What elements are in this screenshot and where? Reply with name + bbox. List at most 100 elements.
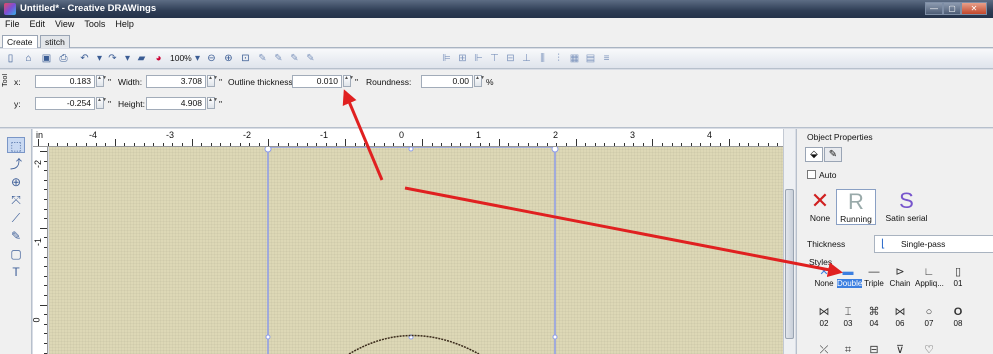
pen-tool-icon[interactable]: ✎ bbox=[7, 228, 25, 244]
tab-stitch[interactable]: stitch bbox=[40, 35, 70, 48]
ungroup-icon[interactable]: ▤ bbox=[584, 52, 597, 65]
align-center-icon[interactable]: ⊞ bbox=[456, 52, 469, 65]
zoom-dropdown-icon[interactable]: ▾ bbox=[191, 52, 204, 65]
color-wheel-icon[interactable]: ◕ bbox=[152, 52, 165, 65]
style-07[interactable]: ○ 07 bbox=[918, 305, 940, 328]
zoom-out-icon[interactable]: ⊖ bbox=[205, 52, 218, 65]
style-triple[interactable]: — Triple bbox=[863, 265, 885, 288]
group-icon[interactable]: ▦ bbox=[568, 52, 581, 65]
text-tool-icon[interactable]: T bbox=[7, 264, 25, 280]
ruler-tick bbox=[44, 189, 47, 191]
style-06[interactable]: ⋈ 06 bbox=[889, 305, 911, 328]
selection-handle[interactable] bbox=[264, 147, 272, 153]
menu-view[interactable]: View bbox=[50, 18, 79, 32]
align-middle-icon[interactable]: ⊟ bbox=[504, 52, 517, 65]
pen-add-icon[interactable]: ✎ bbox=[272, 52, 285, 65]
style-more[interactable]: ⊟ bbox=[863, 343, 885, 354]
pen-convert-icon[interactable]: ✎ bbox=[304, 52, 317, 65]
width-input[interactable]: 3.708 bbox=[146, 75, 206, 88]
style-more[interactable]: ♡ bbox=[918, 343, 940, 354]
style-01[interactable]: ▯ 01 bbox=[947, 265, 969, 288]
menu-edit[interactable]: Edit bbox=[25, 18, 51, 32]
style-04[interactable]: ⌘ 04 bbox=[863, 305, 885, 328]
order-icon[interactable]: ≡ bbox=[600, 52, 613, 65]
node-tool-icon[interactable]: ⤴ bbox=[7, 156, 25, 172]
align-top-icon[interactable]: ⊤ bbox=[488, 52, 501, 65]
height-input[interactable]: 4.908 bbox=[146, 97, 206, 110]
tab-create[interactable]: Create bbox=[2, 35, 38, 48]
selection-handle[interactable] bbox=[408, 147, 414, 152]
undo-icon[interactable]: ↶ bbox=[78, 52, 91, 65]
redo-dropdown-icon[interactable]: ▾ bbox=[121, 52, 134, 65]
new-file-icon[interactable]: ▯ bbox=[4, 52, 17, 65]
chat-icon[interactable]: ▰ bbox=[135, 52, 148, 65]
selection-handle[interactable] bbox=[552, 334, 558, 340]
open-file-icon[interactable]: ⌂ bbox=[22, 52, 35, 65]
zoom-fit-icon[interactable]: ⊡ bbox=[239, 52, 252, 65]
fill-tab-icon[interactable]: ⬙ bbox=[805, 147, 823, 162]
style-08[interactable]: O 08 bbox=[947, 305, 969, 328]
align-bottom-icon[interactable]: ⊥ bbox=[520, 52, 533, 65]
style-03[interactable]: ⌶ 03 bbox=[837, 305, 859, 328]
roundness-input[interactable]: 0.00 bbox=[421, 75, 473, 88]
stitch-none-button[interactable]: ✕ None bbox=[805, 189, 835, 225]
auto-checkbox[interactable] bbox=[807, 170, 816, 179]
maximize-button[interactable]: ▢ bbox=[943, 2, 961, 15]
stitch-running-button[interactable]: R Running bbox=[836, 189, 876, 225]
pen-remove-icon[interactable]: ✎ bbox=[288, 52, 301, 65]
selection-handle[interactable] bbox=[551, 147, 559, 153]
outline-thickness-input[interactable]: 0.010 bbox=[292, 75, 342, 88]
roundness-spinner[interactable]: ▲▼ bbox=[474, 75, 485, 87]
outline-tab-icon[interactable]: ✎ bbox=[824, 147, 842, 162]
zoom-tool-icon[interactable]: ⊕ bbox=[7, 174, 25, 190]
minimize-button[interactable]: — bbox=[925, 2, 943, 15]
ruler-tick bbox=[47, 143, 49, 146]
print-icon[interactable]: ⎙ bbox=[57, 52, 70, 65]
align-right-icon[interactable]: ⊩ bbox=[472, 52, 485, 65]
close-button[interactable]: ✕ bbox=[961, 2, 987, 15]
style-none[interactable]: ✕ None bbox=[813, 265, 835, 288]
style-more[interactable]: ⌗ bbox=[837, 343, 859, 354]
outline-thickness-spinner[interactable]: ▲▼ bbox=[343, 75, 354, 87]
x-spinner[interactable]: ▲▼ bbox=[96, 75, 107, 87]
distribute-vertical-icon[interactable]: ⫶ bbox=[552, 52, 565, 65]
style-chain[interactable]: ⊳ Chain bbox=[889, 265, 911, 288]
y-input[interactable]: -0.254 bbox=[35, 97, 95, 110]
menu-help[interactable]: Help bbox=[110, 18, 139, 32]
undo-dropdown-icon[interactable]: ▾ bbox=[93, 52, 106, 65]
selection-handle[interactable] bbox=[265, 334, 271, 340]
distribute-horizontal-icon[interactable]: ⫼ bbox=[536, 52, 549, 65]
stitch-outline-shape[interactable] bbox=[348, 334, 480, 354]
selection-frame[interactable] bbox=[267, 147, 556, 354]
x-input[interactable]: 0.183 bbox=[35, 75, 95, 88]
y-spinner[interactable]: ▲▼ bbox=[96, 97, 107, 109]
zoom-level[interactable]: 100% bbox=[170, 53, 192, 63]
zoom-in-icon[interactable]: ⊕ bbox=[222, 52, 235, 65]
redo-icon[interactable]: ↷ bbox=[106, 52, 119, 65]
menu-file[interactable]: File bbox=[0, 18, 25, 32]
scrollbar-thumb[interactable] bbox=[785, 189, 794, 339]
style-more[interactable]: ⤫ bbox=[813, 343, 835, 354]
ruler-tick bbox=[335, 143, 337, 146]
pen-tool-icon[interactable]: ✎ bbox=[256, 52, 269, 65]
save-icon[interactable]: ▣ bbox=[40, 52, 53, 65]
select-tool-icon[interactable]: ⬚ bbox=[7, 137, 25, 153]
stitch-satin-button[interactable]: S Satin serial bbox=[879, 189, 934, 225]
design-canvas[interactable] bbox=[49, 147, 793, 354]
align-left-icon[interactable]: ⊫ bbox=[440, 52, 453, 65]
transform-tool-icon[interactable]: ⤧ bbox=[7, 192, 25, 208]
thickness-select[interactable]: ⌊ Single-pass bbox=[874, 235, 993, 253]
style-double[interactable]: ▬ Double bbox=[837, 265, 863, 288]
style-applique[interactable]: ∟ Appliq... bbox=[915, 265, 944, 288]
auto-label: Auto bbox=[819, 170, 837, 180]
width-spinner[interactable]: ▲▼ bbox=[207, 75, 218, 87]
menu-tools[interactable]: Tools bbox=[79, 18, 110, 32]
vertical-scrollbar[interactable] bbox=[783, 129, 795, 354]
ruler-tick bbox=[44, 237, 47, 239]
ruler-tick bbox=[220, 143, 222, 146]
style-more[interactable]: ⊽ bbox=[889, 343, 911, 354]
knife-tool-icon[interactable]: ⟋ bbox=[7, 210, 25, 226]
shape-tool-icon[interactable]: ▢ bbox=[7, 246, 25, 262]
height-spinner[interactable]: ▲▼ bbox=[207, 97, 218, 109]
style-02[interactable]: ⋈ 02 bbox=[813, 305, 835, 328]
